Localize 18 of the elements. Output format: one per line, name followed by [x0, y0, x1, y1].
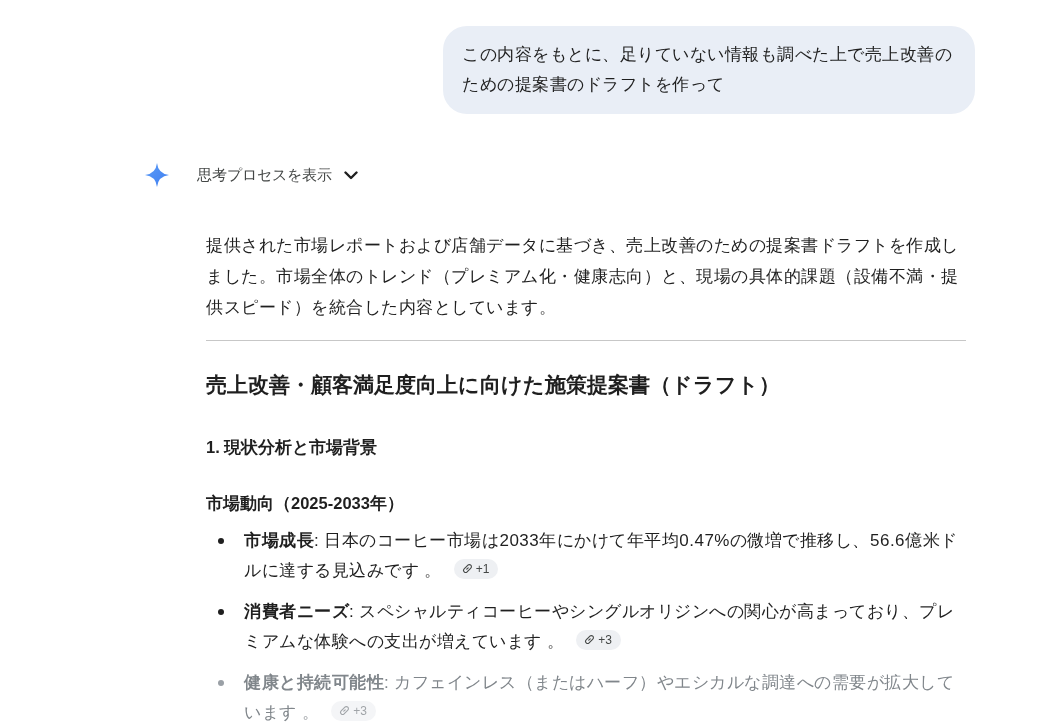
bullet-icon [218, 609, 224, 615]
sources-chip[interactable]: +1 [453, 558, 499, 579]
show-thinking-toggle[interactable]: 思考プロセスを表示 [193, 163, 362, 187]
link-icon [461, 563, 473, 574]
link-icon [339, 705, 351, 716]
bullet-text: 健康と持続可能性: カフェインレス（またはハーフ）やエシカルな調達への需要が拡大しています 。 +3 [244, 672, 956, 724]
sparkle-icon [145, 163, 169, 187]
subsection-heading: 市場動向（2025-2033年） [206, 493, 405, 515]
bullet-text: 消費者ニーズ: スペシャルティコーヒーやシングルオリジンへの関心が高まっており、プレミアムな体験への支出が増えています 。 +3 [244, 601, 956, 653]
intro-paragraph: 提供された市場レポートおよび店舗データに基づき、売上改善のための提案書ドラフトを作成しました。市場全体のトレンド（プレミアム化・健康志向）と、現場の具体的課題（設備不満・提供スピード）を統合した内容としています。 [206, 235, 960, 319]
section-heading: 1. 現状分析と市場背景 [206, 437, 379, 458]
user-message: この内容をもとに、足りていない情報も調べた上で売上改善のための提案書のドラフトを作って [443, 26, 975, 114]
document-title: 売上改善・顧客満足度向上に向けた施策提案書（ドラフト） [206, 372, 781, 399]
link-icon [584, 634, 596, 645]
sources-chip[interactable]: +3 [576, 629, 621, 650]
bullet-icon [218, 538, 224, 544]
bullet-text: 市場成長: 日本のコーヒー市場は2033年にかけて年平均0.47%の微増で推移し、56.6億米ドルに達する見込みです 。 +1 [244, 530, 959, 582]
bullet-icon [218, 680, 224, 686]
